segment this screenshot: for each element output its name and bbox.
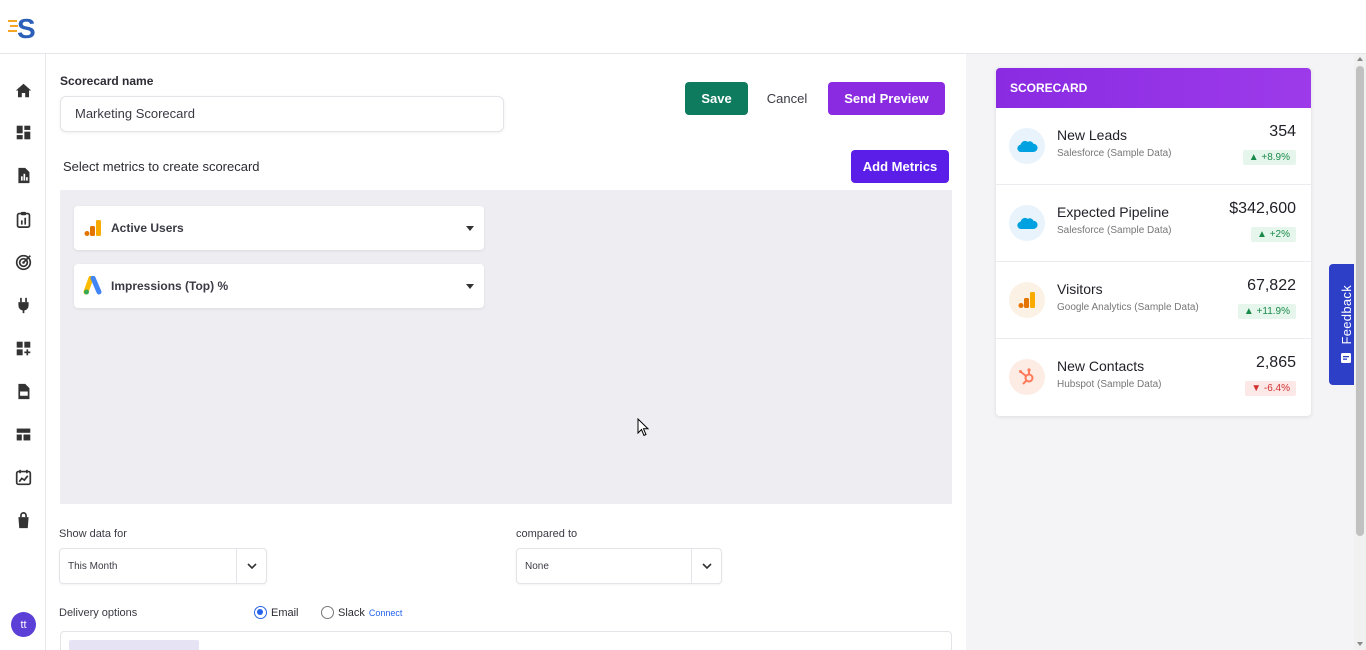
radio-unselected-icon bbox=[321, 606, 334, 619]
scorecard-item-value: 354 bbox=[1269, 123, 1296, 140]
radio-selected-icon bbox=[254, 606, 267, 619]
compared-to-label: compared to bbox=[516, 528, 578, 540]
metric-label: Active Users bbox=[111, 221, 184, 235]
chevron-down-icon[interactable] bbox=[466, 283, 474, 289]
top-bar: S bbox=[0, 0, 1366, 54]
metric-row-active-users[interactable]: Active Users bbox=[74, 206, 484, 250]
clipboard-chart-icon[interactable] bbox=[13, 209, 33, 229]
scorecard-item-title: New Leads bbox=[1057, 127, 1128, 143]
select-metrics-label: Select metrics to create scorecard bbox=[63, 159, 260, 174]
radio-label: Slack bbox=[338, 606, 365, 619]
feedback-label: Feedback bbox=[1338, 284, 1354, 345]
save-button[interactable]: Save bbox=[685, 82, 748, 115]
change-badge: ▲ +11.9% bbox=[1237, 304, 1296, 319]
recipient-chip[interactable] bbox=[69, 640, 199, 650]
select-value: None bbox=[525, 560, 549, 572]
left-sidebar: tt bbox=[0, 54, 46, 650]
dashboard-icon[interactable] bbox=[13, 122, 33, 142]
calendar-chart-icon[interactable] bbox=[13, 467, 33, 487]
scorecard-name-label: Scorecard name bbox=[60, 74, 154, 88]
scorecard-item-source: Salesforce (Sample Data) bbox=[1057, 225, 1172, 236]
delivery-email-radio[interactable]: Email bbox=[254, 606, 299, 619]
google-ads-icon bbox=[82, 275, 104, 297]
scorecard-item-source: Hubspot (Sample Data) bbox=[1057, 379, 1162, 390]
send-preview-button[interactable]: Send Preview bbox=[828, 82, 945, 115]
delivery-slack-radio[interactable]: Slack Connect bbox=[321, 606, 402, 619]
scorecard-name-input[interactable]: Marketing Scorecard bbox=[60, 96, 504, 132]
slack-connect-link[interactable]: Connect bbox=[369, 608, 403, 618]
add-widget-icon[interactable] bbox=[13, 338, 33, 358]
home-icon[interactable] bbox=[13, 80, 33, 100]
scorecard-item-title: Expected Pipeline bbox=[1057, 204, 1170, 220]
report-icon[interactable] bbox=[13, 165, 33, 185]
metric-row-impressions[interactable]: Impressions (Top) % bbox=[74, 264, 484, 308]
metrics-drop-area: Active Users Impressions (Top) % bbox=[60, 190, 952, 504]
scorecard-item-source: Google Analytics (Sample Data) bbox=[1057, 302, 1199, 313]
salesforce-icon bbox=[1009, 128, 1045, 164]
scorecard-item-value: $342,600 bbox=[1229, 200, 1296, 217]
salesforce-icon bbox=[1009, 205, 1045, 241]
show-data-for-select[interactable]: This Month bbox=[59, 548, 267, 584]
radio-label: Email bbox=[271, 606, 299, 619]
feedback-icon bbox=[1341, 353, 1351, 364]
layout-icon[interactable] bbox=[13, 424, 33, 444]
scorecard-item: Visitors Google Analytics (Sample Data) … bbox=[996, 262, 1311, 339]
select-value: This Month bbox=[68, 560, 118, 572]
scorecard-item: New Contacts Hubspot (Sample Data) 2,865… bbox=[996, 339, 1311, 416]
csv-file-icon[interactable] bbox=[13, 381, 33, 401]
scorecard-item-title: Visitors bbox=[1057, 281, 1103, 297]
user-avatar[interactable]: tt bbox=[11, 612, 36, 637]
metric-label: Impressions (Top) % bbox=[111, 279, 229, 293]
svg-text:S: S bbox=[17, 13, 36, 42]
mouse-pointer-icon bbox=[637, 418, 650, 437]
compared-to-select[interactable]: None bbox=[516, 548, 722, 584]
delivery-options-label: Delivery options bbox=[59, 607, 138, 619]
change-badge: ▲ +2% bbox=[1251, 227, 1296, 242]
google-analytics-icon bbox=[82, 217, 104, 239]
change-badge: ▼ -6.4% bbox=[1245, 381, 1296, 396]
scroll-down-icon[interactable] bbox=[1357, 642, 1363, 646]
goal-target-icon[interactable] bbox=[13, 252, 33, 272]
scorecard-editor: Scorecard name Marketing Scorecard Save … bbox=[46, 54, 966, 650]
add-metrics-button[interactable]: Add Metrics bbox=[851, 150, 949, 183]
scorecard-preview-header: SCORECARD bbox=[996, 68, 1311, 108]
delivery-recipients-box[interactable] bbox=[60, 631, 952, 650]
cancel-button[interactable]: Cancel bbox=[758, 82, 816, 115]
hubspot-icon bbox=[1009, 359, 1045, 395]
scorecard-item-title: New Contacts bbox=[1057, 358, 1145, 374]
page-scrollbar[interactable] bbox=[1354, 54, 1366, 650]
scorecard-item: New Leads Salesforce (Sample Data) 354 ▲… bbox=[996, 108, 1311, 185]
google-analytics-icon bbox=[1009, 282, 1045, 318]
show-data-for-label: Show data for bbox=[59, 528, 127, 540]
scorecard-item-value: 67,822 bbox=[1247, 277, 1296, 294]
change-badge: ▲ +8.9% bbox=[1242, 150, 1296, 165]
chevron-down-icon[interactable] bbox=[236, 549, 266, 583]
chevron-down-icon[interactable] bbox=[466, 225, 474, 231]
scrollbar-thumb[interactable] bbox=[1356, 66, 1364, 536]
scroll-up-icon[interactable] bbox=[1357, 57, 1363, 61]
scorecard-item-value: 2,865 bbox=[1255, 354, 1296, 371]
scorecard-item-source: Salesforce (Sample Data) bbox=[1057, 148, 1172, 159]
scorecard-item: Expected Pipeline Salesforce (Sample Dat… bbox=[996, 185, 1311, 262]
shopping-bag-icon[interactable] bbox=[13, 510, 33, 530]
app-logo[interactable]: S bbox=[8, 12, 40, 44]
plug-icon[interactable] bbox=[13, 295, 33, 315]
chevron-down-icon[interactable] bbox=[691, 549, 721, 583]
scorecard-preview: SCORECARD New Leads Salesforce (Sample D… bbox=[996, 68, 1311, 416]
